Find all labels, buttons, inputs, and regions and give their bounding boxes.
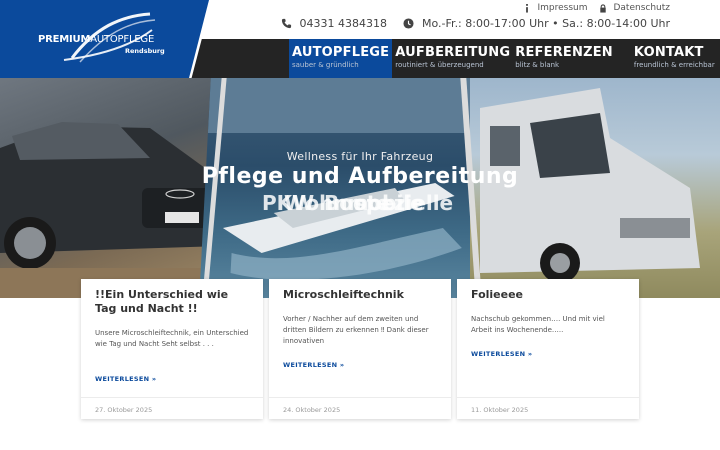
post-title[interactable]: Folieeee	[471, 288, 627, 302]
logo-word-autopflege: AUTOPFLEGE	[90, 34, 155, 45]
read-more-link[interactable]: WEITERLESEN »	[95, 375, 156, 383]
hours-text: Mo.-Fr.: 8:00-17:00 Uhr • Sa.: 8:00-14:0…	[422, 17, 670, 30]
phone-contact[interactable]: 04331 4384318	[281, 17, 387, 30]
ticker-word: spezielle	[354, 191, 454, 215]
post-card[interactable]: Folieeee Nachschub gekommen…. Und mit vi…	[457, 279, 639, 419]
post-title[interactable]: !!Ein Unterschied wie Tag und Nacht !!	[95, 288, 251, 316]
opening-hours: Mo.-Fr.: 8:00-17:00 Uhr • Sa.: 8:00-14:0…	[403, 17, 670, 30]
datenschutz-label: Datenschutz	[613, 3, 670, 13]
nav-item-autopflege[interactable]: AUTOPFLEGE sauber & gründlich	[289, 39, 393, 78]
logo-wordmark: PREMIUMAUTOPFLEGE	[38, 34, 154, 45]
nav-label: KONTAKT	[633, 45, 704, 60]
impressum-label: Impressum	[537, 3, 588, 13]
nav-item-kontakt[interactable]: KONTAKT freundlich & erreichbar	[616, 39, 718, 78]
post-card[interactable]: Microschleiftechnik Vorher / Nachher auf…	[269, 279, 451, 419]
info-icon	[526, 3, 529, 13]
datenschutz-link[interactable]: Datenschutz	[599, 3, 670, 13]
post-date: 27. Oktober 2025	[81, 397, 263, 419]
post-title[interactable]: Microschleiftechnik	[283, 288, 439, 302]
hero-slider: Wellness für Ihr Fahrzeug Pflege und Auf…	[0, 78, 720, 298]
nav-sublabel: freundlich & erreichbar	[633, 61, 715, 69]
post-excerpt: Nachschub gekommen…. Und mit viel Arbeit…	[471, 315, 605, 334]
contact-info: 04331 4384318 Mo.-Fr.: 8:00-17:00 Uhr • …	[281, 17, 670, 30]
impressum-link[interactable]: Impressum	[523, 3, 587, 13]
lock-icon	[600, 3, 607, 13]
site-logo[interactable]: PREMIUMAUTOPFLEGE Rendsburg	[0, 0, 215, 86]
clock-icon	[403, 18, 414, 29]
logo-city: Rendsburg	[125, 47, 165, 55]
hero-ticker: PKW Wohnmobile Boote spezielle	[262, 191, 457, 217]
nav-label: AUTOPFLEGE	[292, 45, 390, 60]
nav-sublabel: routiniert & überzeugend	[395, 61, 484, 69]
phone-icon	[281, 18, 291, 29]
nav-item-aufbereitung[interactable]: AUFBEREITUNG routiniert & überzeugend	[392, 39, 513, 78]
post-excerpt: Unsere Microschleiftechnik, ein Untersch…	[95, 329, 249, 348]
hero-subtitle: Wellness für Ihr Fahrzeug	[286, 150, 434, 163]
read-more-link[interactable]: WEITERLESEN »	[283, 361, 344, 369]
post-card[interactable]: !!Ein Unterschied wie Tag und Nacht !! U…	[81, 279, 263, 419]
phone-number: 04331 4384318	[299, 17, 388, 30]
read-more-link[interactable]: WEITERLESEN »	[471, 350, 532, 358]
post-date: 24. Oktober 2025	[269, 397, 451, 419]
post-date: 11. Oktober 2025	[457, 397, 639, 419]
nav-sublabel: sauber & gründlich	[292, 61, 359, 69]
logo-word-premium: PREMIUM	[38, 34, 91, 45]
nav-sublabel: blitz & blank	[515, 61, 560, 69]
nav-item-referenzen[interactable]: REFERENZEN blitz & blank	[513, 39, 616, 78]
nav-label: REFERENZEN	[515, 45, 613, 60]
post-excerpt: Vorher / Nachher auf dem zweiten und dri…	[283, 315, 429, 345]
nav-label: AUFBEREITUNG	[395, 45, 511, 60]
nav-items: AUTOPFLEGE sauber & gründlich AUFBEREITU…	[289, 39, 718, 78]
hero-title: Pflege und Aufbereitung	[201, 164, 519, 189]
top-links: Impressum Datenschutz	[523, 3, 670, 13]
